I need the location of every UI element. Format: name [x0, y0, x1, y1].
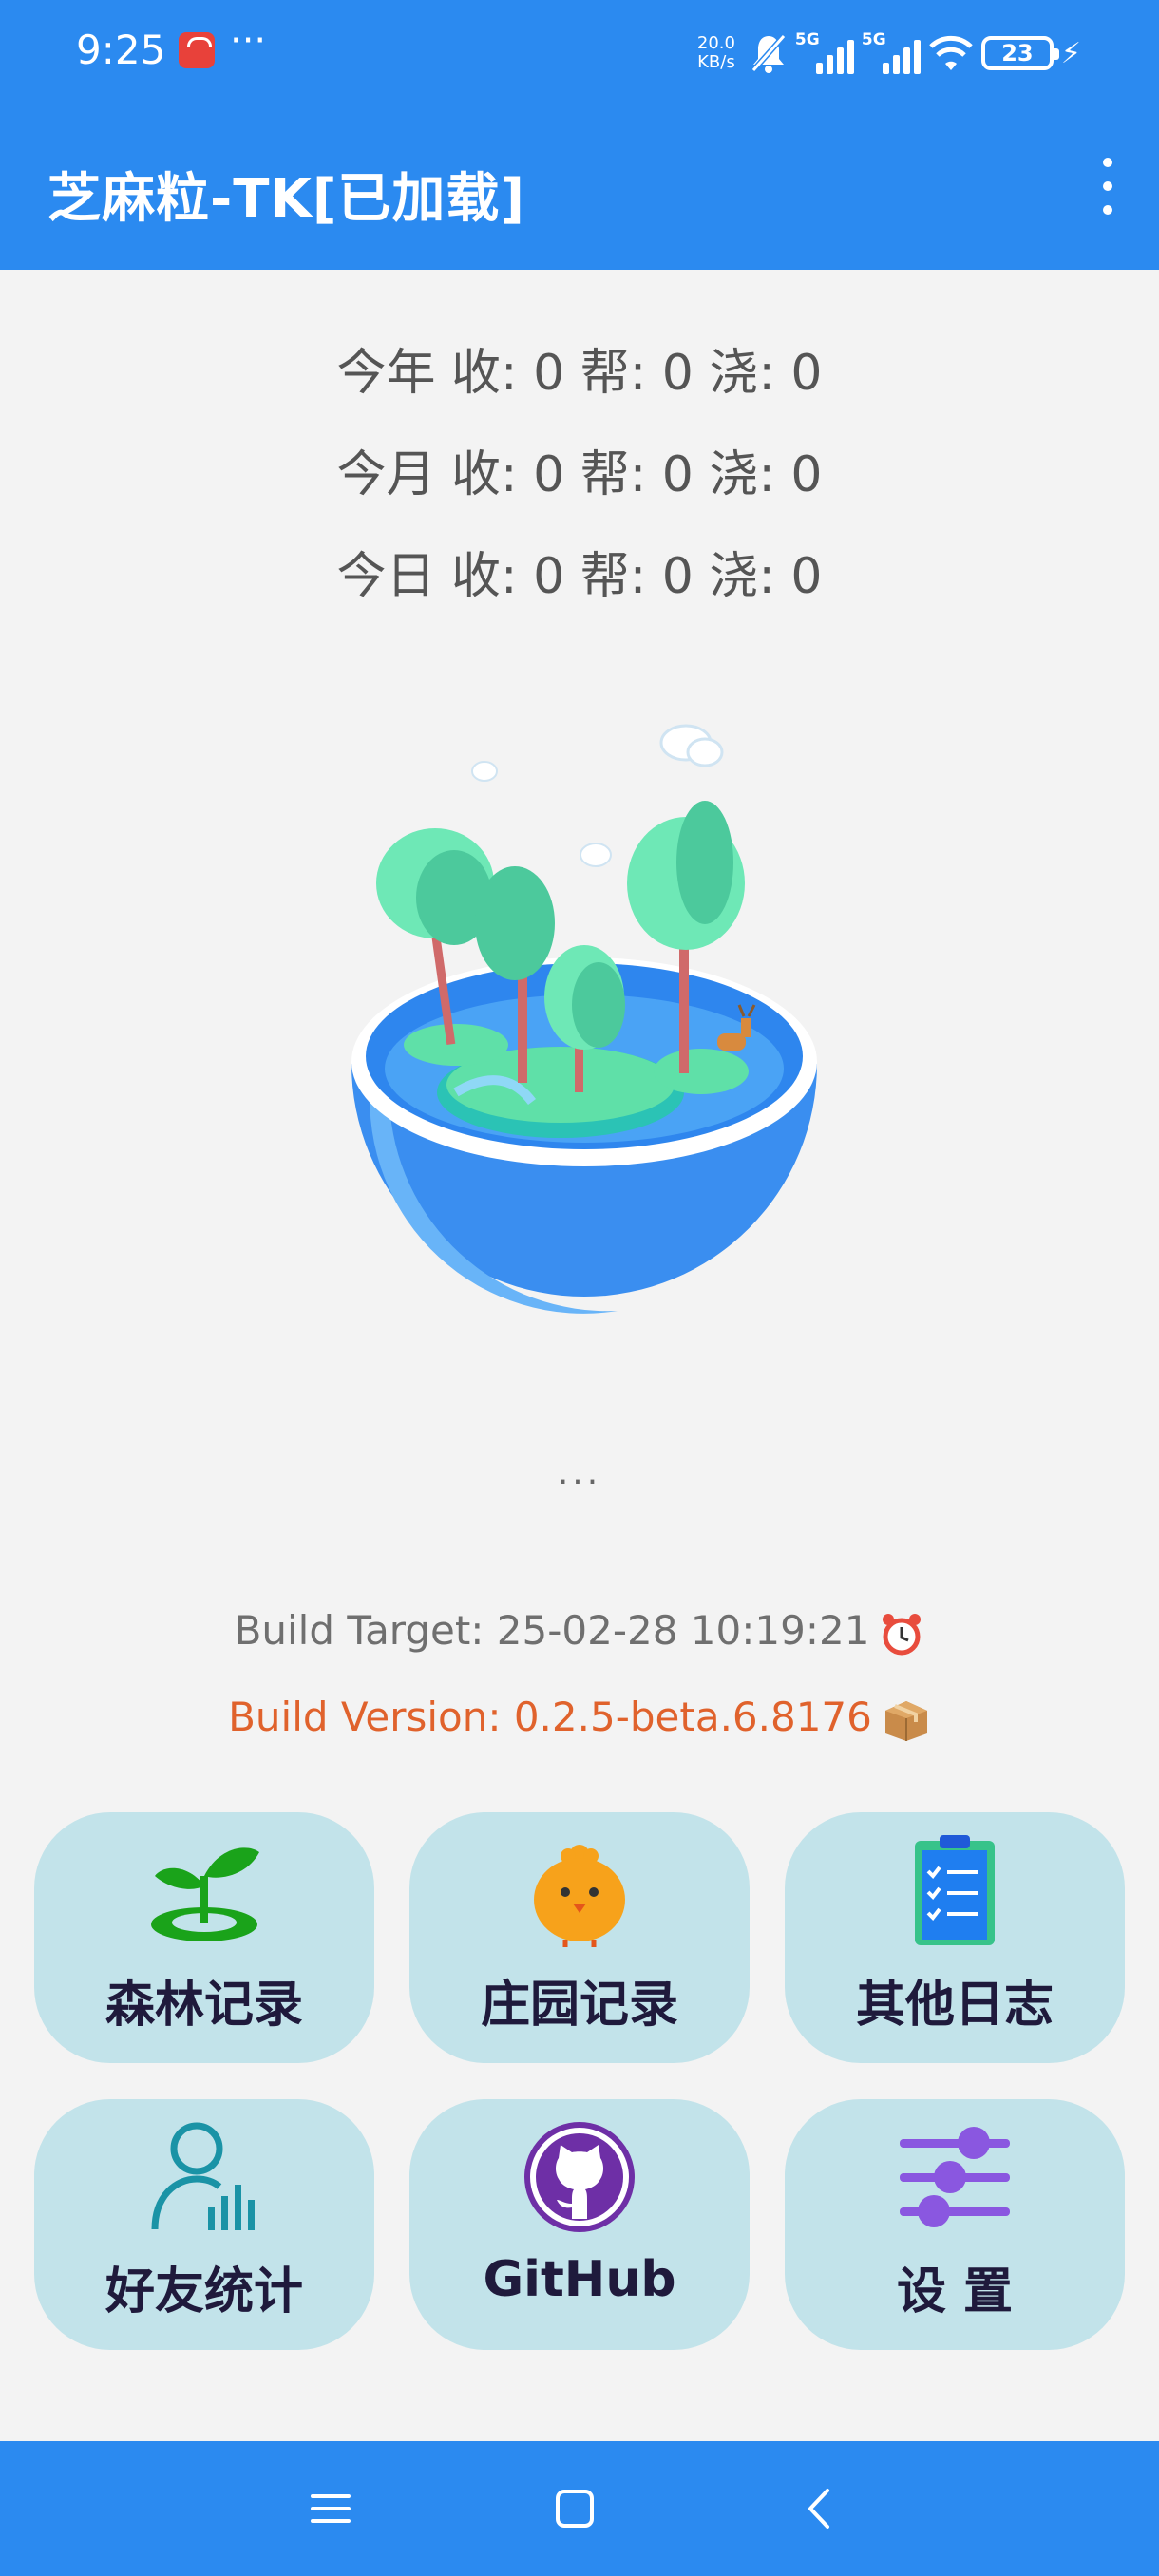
clipboard-icon: [915, 1835, 995, 1945]
chick-icon: [534, 1845, 625, 1947]
forest-bowl-illustration: [352, 724, 817, 1314]
status-bar: 9:25 ··· 20.0 KB/s 5G 5G 23 ⚡: [0, 0, 1159, 104]
loading-text: ...: [557, 1453, 602, 1492]
huawei-app-icon: [179, 32, 215, 68]
back-icon[interactable]: [786, 2475, 852, 2542]
sprout-icon: [151, 1847, 259, 1941]
build-version-text: Build Version: 0.2.5-beta.6.8176: [228, 1694, 872, 1740]
tile-forest-records[interactable]: 森林记录: [34, 1812, 374, 2063]
tile-other-logs[interactable]: 其他日志: [785, 1812, 1125, 2063]
build-version: Build Version: 0.2.5-beta.6.8176: [0, 1694, 1159, 1743]
net-speed-unit: KB/s: [697, 52, 735, 72]
tile-friend-stats[interactable]: 好友统计: [34, 2099, 374, 2350]
tile-label: 其他日志: [855, 1977, 1054, 2034]
status-time: 9:25: [76, 27, 166, 73]
bell-muted-icon: [750, 34, 787, 73]
stat-row-day: 今日 收: 0 帮: 0 浇: 0: [336, 548, 823, 605]
sliders-icon: [900, 2127, 1010, 2227]
tile-settings[interactable]: 设 置: [785, 2099, 1125, 2350]
build-target: Build Target: 25-02-28 10:19:21: [0, 1607, 1159, 1657]
status-more-indicator: ···: [230, 19, 267, 63]
tile-label: GitHub: [483, 2251, 676, 2308]
github-icon: [524, 2122, 635, 2232]
tile-farm-records[interactable]: 庄园记录: [409, 1812, 750, 2063]
tile-label: 设 置: [896, 2263, 1014, 2320]
package-icon: [884, 1700, 927, 1741]
build-target-text: Build Target: 25-02-28 10:19:21: [234, 1607, 870, 1654]
signal-icon-sim2: 5G: [862, 30, 921, 76]
user-stats-icon: [151, 2122, 255, 2230]
tile-label: 森林记录: [104, 1977, 303, 2034]
tile-label: 好友统计: [104, 2263, 303, 2320]
alarm-clock-icon: [883, 1613, 922, 1655]
signal-icon-sim1: 5G: [795, 30, 854, 76]
battery-icon: 23: [980, 36, 1059, 70]
tile-github[interactable]: GitHub: [409, 2099, 750, 2350]
app-bar: 芝麻粒-TK[已加载]: [0, 104, 1159, 270]
menu-icon[interactable]: [297, 2475, 364, 2542]
tile-label: 庄园记录: [480, 1977, 678, 2034]
net-speed: 20.0 KB/s: [691, 34, 742, 72]
home-icon[interactable]: [542, 2475, 608, 2542]
net-speed-value: 20.0: [696, 33, 735, 53]
charging-icon: ⚡: [1060, 36, 1081, 70]
stats-panel: 今年 收: 0 帮: 0 浇: 0 今月 收: 0 帮: 0 浇: 0 今日 收…: [0, 323, 1159, 628]
status-icons: 20.0 KB/s 5G 5G 23 ⚡: [691, 27, 1081, 80]
stat-row-year: 今年 收: 0 帮: 0 浇: 0: [336, 345, 823, 402]
more-vert-icon[interactable]: [1091, 158, 1125, 215]
app-title: 芝麻粒-TK[已加载]: [48, 168, 526, 230]
wifi-icon: [929, 35, 973, 70]
system-nav-bar: [0, 2441, 1159, 2576]
stat-row-month: 今月 收: 0 帮: 0 浇: 0: [336, 446, 823, 503]
